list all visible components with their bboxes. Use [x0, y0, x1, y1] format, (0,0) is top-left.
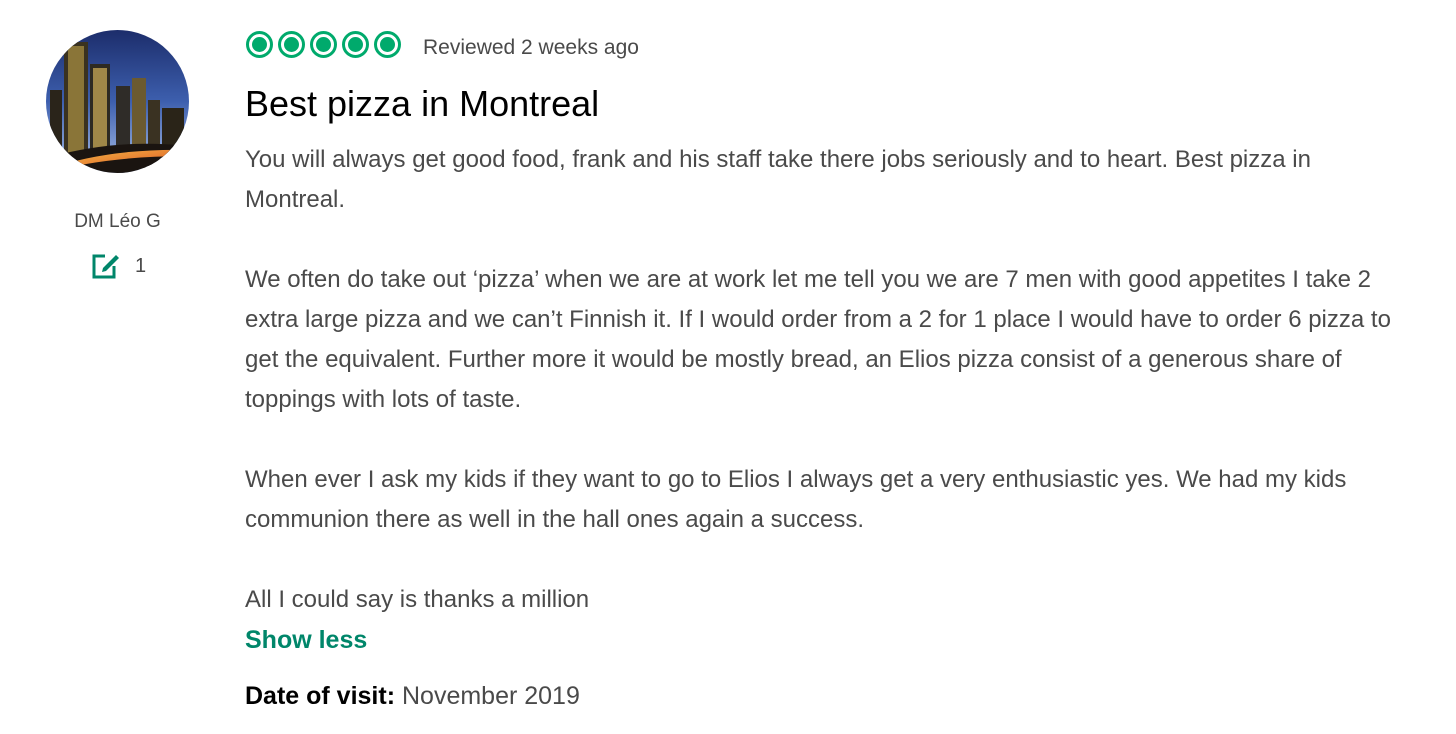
review-date: Reviewed 2 weeks ago: [423, 36, 639, 59]
date-of-visit-value: November 2019: [401, 682, 580, 710]
rating-bubble-icon: [278, 31, 305, 58]
review-paragraph: When ever I ask my kids if they want to …: [245, 466, 1347, 533]
contribution-count-value: 1: [135, 254, 147, 277]
show-less-link[interactable]: Show less: [245, 620, 367, 660]
review-paragraph: All I could say is thanks a million: [245, 586, 590, 613]
contribution-count: 1: [91, 252, 146, 280]
review-body: You will always get good food, frank and…: [245, 140, 1405, 660]
reviewer-avatar[interactable]: [46, 30, 189, 173]
rating-bubble-icon: [246, 31, 273, 58]
rating-bubble-icon: [374, 31, 401, 58]
reviewer-name[interactable]: DM Léo G: [46, 211, 189, 233]
date-of-visit: Date of visit: November 2019: [245, 682, 580, 711]
edit-review-icon: [92, 254, 119, 279]
review-paragraph: You will always get good food, frank and…: [245, 146, 1311, 213]
bubble-rating: [246, 31, 406, 58]
review-paragraph: We often do take out ‘pizza’ when we are…: [245, 266, 1391, 413]
date-of-visit-label: Date of visit:: [245, 682, 396, 710]
rating-bubble-icon: [342, 31, 369, 58]
review-title[interactable]: Best pizza in Montreal: [245, 83, 599, 125]
rating-bubble-icon: [310, 31, 337, 58]
city-skyline-avatar: [46, 30, 189, 173]
